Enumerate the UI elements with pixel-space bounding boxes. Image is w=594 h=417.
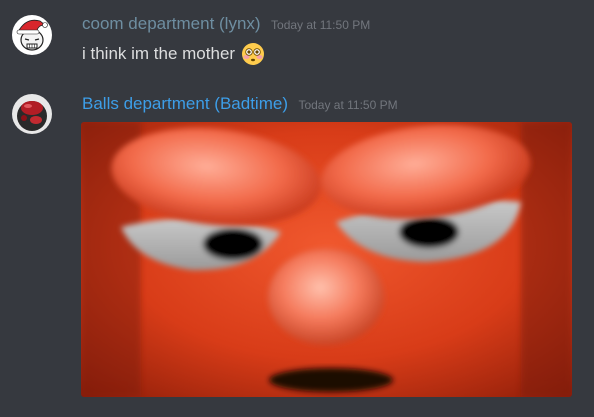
timestamp: Today at 11:50 PM	[298, 98, 398, 112]
image-attachment[interactable]	[81, 122, 572, 397]
chat-log: coom department (lynx) Today at 11:50 PM…	[0, 0, 594, 417]
avatar-santa-hat-drawing	[12, 15, 52, 55]
message-text: i think im the mother	[82, 44, 236, 63]
timestamp: Today at 11:50 PM	[271, 18, 371, 32]
avatar[interactable]	[12, 94, 52, 134]
message-header: Balls department (Badtime) Today at 11:5…	[82, 94, 398, 114]
username[interactable]: coom department (lynx)	[82, 14, 261, 33]
username[interactable]: Balls department (Badtime)	[82, 94, 288, 113]
flushed-face-icon[interactable]	[241, 42, 265, 66]
message-header: coom department (lynx) Today at 11:50 PM	[82, 14, 370, 34]
image-attachment-content	[81, 122, 572, 397]
avatar-red-character	[12, 94, 52, 134]
message-item: Balls department (Badtime) Today at 11:5…	[0, 88, 594, 417]
message-content: i think im the mother	[82, 42, 265, 66]
message-item: coom department (lynx) Today at 11:50 PM…	[0, 0, 594, 88]
avatar[interactable]	[12, 15, 52, 55]
